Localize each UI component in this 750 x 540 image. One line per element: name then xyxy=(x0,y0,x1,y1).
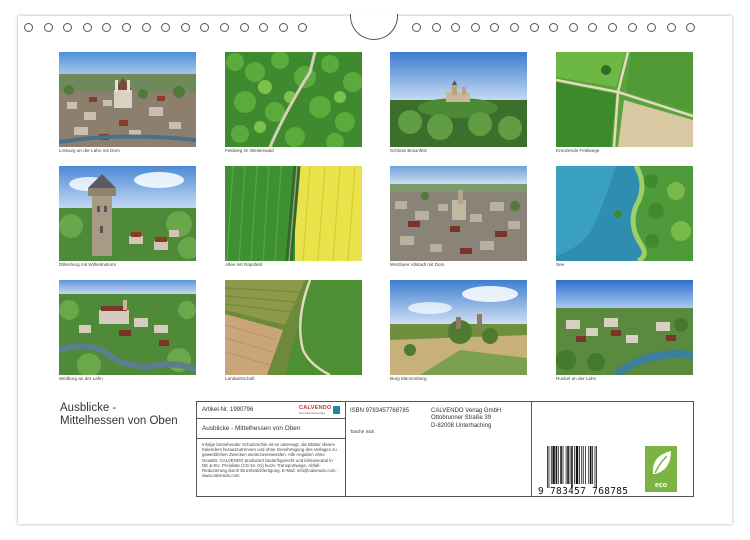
publisher-street: Ottobrunner Straße 39 xyxy=(431,415,492,422)
photo-limburg xyxy=(59,52,196,147)
isbn: ISBN 9783457768785 xyxy=(350,408,410,414)
calendar-title: Ausblicke - Mittelhessen von Oben xyxy=(60,402,178,427)
binding-ring xyxy=(43,23,53,32)
binding-ring xyxy=(122,23,131,32)
photo-muenzenberg xyxy=(390,280,527,375)
photo-dillenburg xyxy=(59,166,196,261)
photo-caption: Feldweg im Westerwald xyxy=(225,148,274,153)
binding-ring xyxy=(141,23,151,32)
binding-ring xyxy=(82,23,92,32)
photo-weilburg xyxy=(59,280,196,375)
publisher-name: CALVENDO Verlag GmbH xyxy=(431,408,502,414)
barcode-number: 9 783457 768785 xyxy=(538,486,629,497)
photo-allee-rapsfeld xyxy=(225,166,362,261)
photo-caption: Kreuzende Feldwege xyxy=(556,148,600,153)
product-info-box: Artikel-Nr. 1990796 CALVENDO Der Kalende… xyxy=(196,401,694,497)
divider xyxy=(531,402,532,496)
photo-kreuzende-feldwege xyxy=(556,52,693,147)
photo-caption: Limburg an der Lahn mit Dom xyxy=(59,148,120,153)
title-line-1: Ausblicke - xyxy=(60,402,117,414)
legal-text: Infolge bestehender Schutzrechte ist es … xyxy=(202,442,339,479)
photo-caption: Burg Münzenberg xyxy=(390,376,427,381)
article-number: Artikel-Nr. 1990796 xyxy=(202,407,254,413)
binding-ring xyxy=(510,23,519,32)
photo-caption: Wetzlarer Altstadt mit Dom xyxy=(390,262,445,267)
leaf-icon xyxy=(652,451,671,474)
photo-caption: See xyxy=(556,262,565,267)
calvendo-logo: CALVENDO Der Kalenderverlag xyxy=(299,405,340,415)
binding-ring xyxy=(239,23,249,32)
binding-ring xyxy=(180,23,190,32)
photo-caption: Landwirtschaft xyxy=(225,376,255,381)
photo-see xyxy=(556,166,693,261)
binding-ring xyxy=(529,23,539,32)
photo-caption: Runkel an der Lahn xyxy=(556,376,597,381)
photo-caption: Allee mit Rapsfeld xyxy=(225,262,263,267)
binding-ring xyxy=(278,23,288,32)
title-line-2: Mittelhessen von Oben xyxy=(60,414,178,427)
photo-runkel xyxy=(556,280,693,375)
binding-ring xyxy=(627,23,637,32)
eco-badge: eco xyxy=(645,446,677,492)
publisher-city: D-82008 Unterhaching xyxy=(431,422,492,429)
photo-caption: Schloss Braunfels xyxy=(390,148,427,153)
photo-wetzlar xyxy=(390,166,527,261)
binding-ring xyxy=(608,23,617,32)
logo-subtext: Der Kalenderverlag xyxy=(299,411,325,415)
photo-feldweg xyxy=(225,52,362,147)
divider xyxy=(197,418,345,419)
binding-ring xyxy=(666,23,676,32)
binding-ring xyxy=(220,23,229,32)
divider xyxy=(197,438,345,439)
binding-ring xyxy=(568,23,578,32)
barcode-icon xyxy=(547,446,597,488)
binding-ring xyxy=(412,23,421,32)
publisher-address: CALVENDO Verlag GmbH Ottobrunner Straße … xyxy=(431,408,501,430)
photo-caption: Weilburg an der Lahn xyxy=(59,376,103,381)
format-note: Tasche Stck xyxy=(350,429,375,434)
binding-ring xyxy=(470,23,480,32)
binding-ring xyxy=(24,23,33,32)
photo-landwirtschaft xyxy=(225,280,362,375)
photo-caption: Dillenburg mit Wilhelmsturm xyxy=(59,262,117,267)
divider xyxy=(345,402,346,496)
binding-ring xyxy=(431,23,441,32)
photo-braunfels xyxy=(390,52,527,147)
logo-mark-icon xyxy=(333,406,340,414)
series-title: Ausblicke - Mittelhessen von Oben xyxy=(202,425,301,432)
eco-label: eco xyxy=(654,482,668,489)
